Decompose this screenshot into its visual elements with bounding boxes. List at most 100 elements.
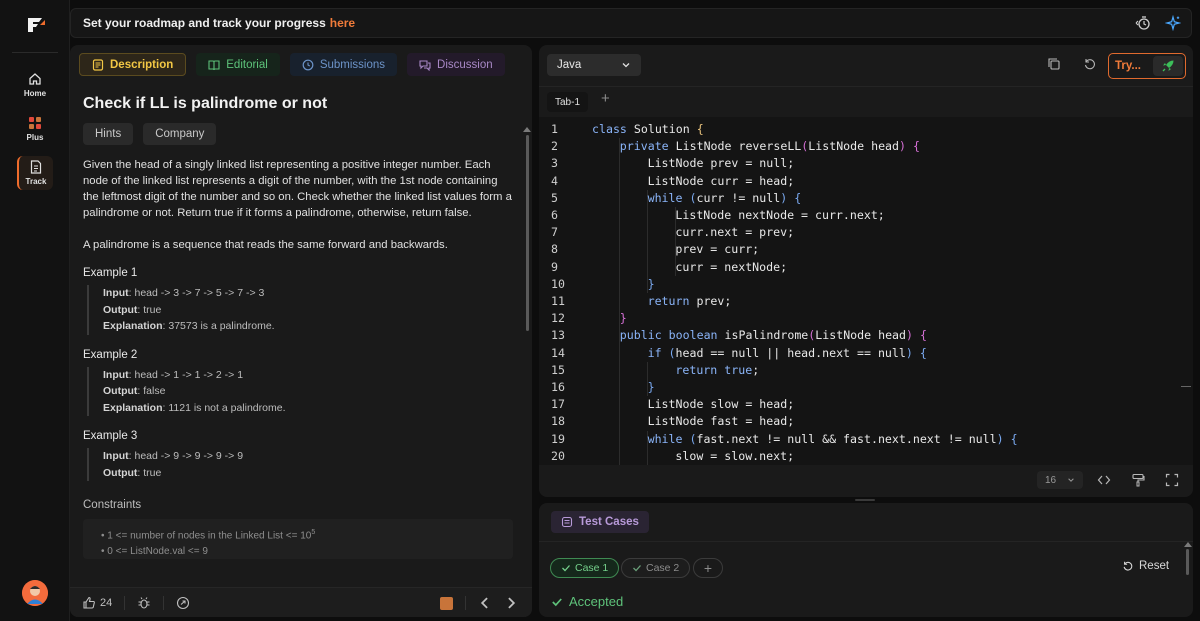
rail-item-plus[interactable]: Plus: [17, 112, 53, 146]
code-token: {: [696, 122, 704, 136]
code-token: curr != null: [696, 190, 781, 205]
rail-divider: [12, 52, 58, 53]
like-count: 24: [100, 596, 113, 609]
tab-editorial[interactable]: Editorial: [196, 53, 280, 76]
code-token: true: [724, 362, 753, 377]
code-token: ListNode prev = null;: [647, 156, 795, 171]
format-brush-icon[interactable]: [1131, 473, 1145, 487]
problem-title: Check if LL is palindrome or not: [83, 95, 328, 112]
line-number: 12: [551, 311, 565, 326]
track-doc-icon: [30, 160, 42, 174]
tab-submissions[interactable]: Submissions: [289, 53, 398, 76]
example-3-title: Example 3: [83, 430, 138, 442]
copy-icon[interactable]: [1047, 57, 1061, 71]
code-text: curr.next = prev;: [675, 224, 794, 241]
code-text: ListNode nextNode = curr.next;: [675, 207, 884, 224]
tab-test-cases[interactable]: Test Cases: [551, 511, 649, 533]
logo-icon[interactable]: [26, 16, 46, 34]
code-line: 13 public boolean isPalindrome(ListNode h…: [539, 327, 1179, 344]
code-token: return: [647, 294, 690, 308]
try-button[interactable]: Try...: [1108, 53, 1186, 79]
hints-chip[interactable]: Hints: [83, 123, 134, 145]
code-line: 9 curr = nextNode;: [539, 259, 1179, 276]
constraint-item: • 0 <= ListNode.val <= 9: [101, 546, 208, 558]
problem-tabs: Description Editorial Submissions Discus…: [79, 53, 505, 76]
test-panel-scrollbar[interactable]: [1186, 549, 1189, 575]
code-text: slow = slow.next;: [675, 448, 794, 465]
code-token: return: [675, 362, 718, 377]
test-cases-icon: [561, 516, 573, 528]
accepted-label: Accepted: [569, 594, 624, 609]
clock-icon: [302, 59, 314, 70]
case-2-button[interactable]: Case 2: [621, 558, 691, 578]
code-token: ListNode head: [815, 328, 907, 343]
sparkle-icon[interactable]: [1165, 15, 1181, 31]
rail-item-track[interactable]: Track: [17, 156, 53, 190]
line-number: 16: [551, 380, 565, 394]
roadmap-banner: Set your roadmap and track your progress…: [70, 8, 1192, 38]
code-token: class: [592, 122, 627, 136]
add-tab-button[interactable]: +: [601, 90, 610, 107]
checkbox-icon[interactable]: [440, 596, 453, 610]
example-1-explanation: Explanation: 37573 is a palindrome.: [103, 320, 275, 332]
add-case-button[interactable]: +: [693, 558, 723, 578]
code-brackets-icon[interactable]: [1097, 473, 1111, 487]
editor-toolbar: [1047, 57, 1097, 71]
code-tab-1[interactable]: Tab-1: [547, 92, 589, 112]
bug-icon[interactable]: [137, 596, 151, 610]
footer-divider: [124, 595, 126, 610]
reset-button[interactable]: Reset: [1122, 560, 1169, 572]
code-line: 7 curr.next = prev;: [539, 224, 1179, 241]
code-text: ListNode prev = null;: [648, 155, 795, 172]
vertical-resize-handle[interactable]: [855, 499, 875, 501]
rail-item-home[interactable]: Home: [17, 68, 53, 102]
code-line: 6 ListNode nextNode = curr.next;: [539, 207, 1179, 224]
language-select[interactable]: Java: [547, 54, 641, 76]
code-token: ): [899, 139, 907, 154]
line-number: 11: [551, 294, 565, 308]
font-size-select[interactable]: 16: [1037, 471, 1083, 489]
test-cases-panel: Test Cases Case 1 Case 2 + Reset Accepte…: [539, 503, 1193, 617]
editor-footer: 16: [539, 465, 1193, 497]
scroll-up-arrow[interactable]: [1184, 542, 1192, 547]
tab-discussion[interactable]: Discussion: [407, 53, 505, 76]
line-number: 18: [551, 414, 565, 429]
code-token: (: [668, 345, 676, 360]
chevron-right-icon[interactable]: [504, 596, 518, 610]
code-line: 11 return prev;: [539, 293, 1179, 310]
code-text: ListNode fast = head;: [648, 413, 795, 430]
problem-panel: Description Editorial Submissions Discus…: [70, 45, 532, 617]
code-editor[interactable]: 1 class Solution {2 private ListNode rever…: [539, 117, 1193, 465]
avatar-image: [22, 580, 48, 606]
reset-code-icon[interactable]: [1083, 57, 1097, 71]
line-number: 7: [551, 225, 558, 240]
tab-submissions-label: Submissions: [319, 58, 386, 71]
example-1-title: Example 1: [83, 267, 138, 279]
description-scrollbar[interactable]: [526, 135, 529, 331]
code-text: private ListNode reverseLL(ListNode head…: [620, 138, 920, 155]
panel-resize-marker[interactable]: [1181, 386, 1191, 387]
rail-label-home: Home: [23, 89, 47, 98]
example-2-title: Example 2: [83, 348, 138, 361]
code-token: ListNode curr = head;: [647, 173, 795, 188]
check-icon: [633, 565, 641, 572]
problem-description: Given the head of a singly linked list r…: [83, 159, 512, 219]
thumbs-up-icon[interactable]: [82, 596, 96, 610]
fullscreen-icon[interactable]: [1165, 473, 1179, 487]
timer-icon[interactable]: [1135, 15, 1151, 31]
tab-description[interactable]: Description: [79, 53, 187, 76]
banner-link[interactable]: here: [330, 16, 355, 30]
share-icon[interactable]: [176, 596, 190, 610]
case-1-button[interactable]: Case 1: [550, 558, 620, 578]
code-line: 15 return true;: [539, 362, 1179, 379]
code-line: 14 if (head == null || head.next == null)…: [539, 345, 1179, 362]
company-chip[interactable]: Company: [143, 123, 217, 145]
code-text: class Solution {: [592, 121, 704, 138]
reset-label: Reset: [1139, 560, 1170, 572]
problem-chips: Hints Company: [83, 123, 513, 145]
avatar[interactable]: [22, 580, 48, 606]
tab-editorial-label: Editorial: [226, 58, 268, 71]
scroll-up-arrow[interactable]: [523, 127, 531, 132]
code-text: while (curr != null) {: [648, 190, 802, 207]
chevron-left-icon[interactable]: [478, 596, 492, 610]
